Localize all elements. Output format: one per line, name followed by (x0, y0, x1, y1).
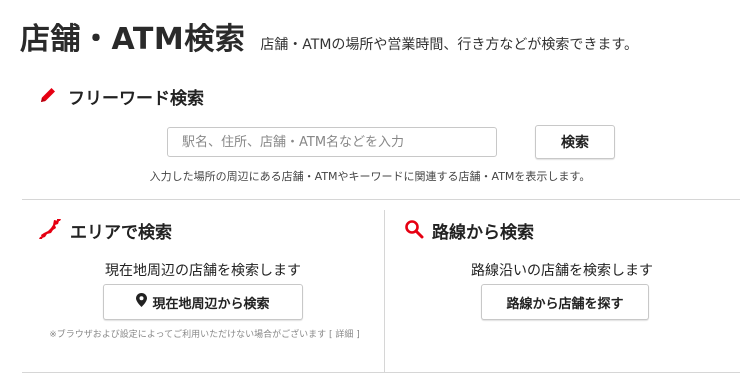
search-button[interactable]: 検索 (535, 125, 615, 159)
japan-map-icon (38, 218, 62, 243)
route-search-description: 路線沿いの店舗を検索します (471, 263, 653, 279)
current-location-search-label: 現在地周辺から検索 (152, 296, 270, 312)
search-icon (404, 219, 424, 243)
current-location-search-button[interactable]: 現在地周辺から検索 (103, 284, 303, 320)
area-search-description: 現在地周辺の店舗を検索します (105, 263, 301, 279)
free-word-heading: フリーワード検索 (38, 84, 204, 109)
route-search-heading: 路線から検索 (404, 218, 534, 243)
page-title: 店舗・ATM検索 (20, 22, 246, 57)
free-word-heading-label: フリーワード検索 (68, 89, 204, 109)
page-subtitle: 店舗・ATMの場所や営業時間、行き方などが検索できます。 (260, 37, 639, 53)
details-link[interactable]: [ 詳細 ] (329, 330, 360, 340)
free-word-description: 入力した場所の周辺にある店舗・ATMやキーワードに関連する店舗・ATMを表示しま… (149, 170, 591, 183)
browser-note-text: ※ブラウザおよび設定によってご利用いただけない場合がございます (49, 330, 327, 340)
pencil-icon (38, 85, 58, 109)
section-divider (22, 199, 740, 200)
column-divider (384, 210, 385, 372)
route-search-heading-label: 路線から検索 (432, 223, 534, 243)
free-word-search-input[interactable] (167, 127, 497, 157)
route-store-search-button[interactable]: 路線から店舗を探す (481, 284, 649, 320)
map-pin-icon (136, 293, 152, 311)
area-search-heading: エリアで検索 (38, 218, 172, 243)
section-divider-bottom (22, 372, 740, 373)
page-header: 店舗・ATM検索 店舗・ATMの場所や営業時間、行き方などが検索できます。 (20, 14, 638, 58)
browser-note: ※ブラウザおよび設定によってご利用いただけない場合がございます [ 詳細 ] (32, 328, 377, 343)
area-search-heading-label: エリアで検索 (70, 223, 172, 243)
